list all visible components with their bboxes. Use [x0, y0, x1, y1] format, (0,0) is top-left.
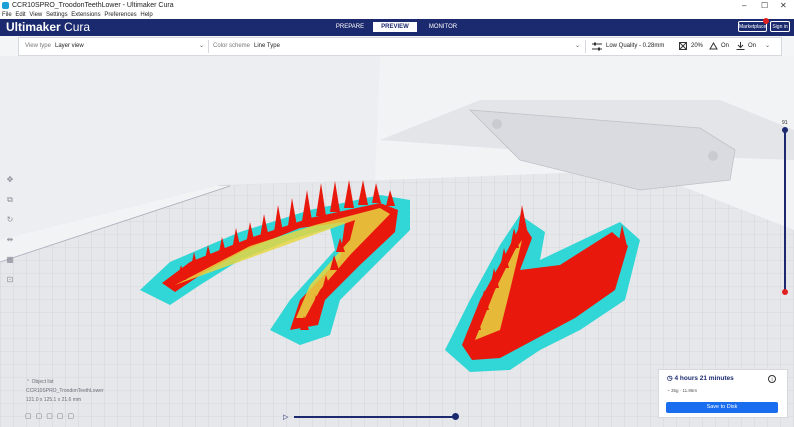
layer-slider[interactable]: 91 [782, 120, 788, 298]
chevron-down-icon[interactable]: ⌄ [575, 38, 580, 55]
simulation-handle[interactable] [452, 413, 459, 420]
clip-hole [708, 151, 718, 161]
object-list: ⌃ Object list CCR10SPRO_TroodonTeethLowe… [26, 378, 104, 405]
minimize-button[interactable]: – [742, 0, 746, 11]
support-icon [709, 42, 718, 50]
color-scheme-label: Color scheme [213, 43, 251, 49]
close-button[interactable]: ✕ [780, 0, 787, 11]
material-estimate: ◔ 35g · 11.86m [667, 388, 698, 393]
support-blocker-icon[interactable]: ⊡ [4, 274, 16, 286]
object-dimensions: 121.0 x 125.1 x 21.6 mm [26, 397, 82, 403]
signin-button[interactable]: Sign in [770, 21, 790, 32]
app-header: Ultimaker Cura PREPARE PREVIEW MONITOR M… [0, 19, 794, 36]
object-list-toggle[interactable]: ⌃ Object list [26, 378, 104, 387]
tab-preview[interactable]: PREVIEW [373, 22, 417, 32]
print-settings-quality[interactable]: Low Quality - 0.28mm [606, 38, 664, 55]
layer-bottom-handle[interactable] [782, 289, 788, 295]
info-icon[interactable]: i [768, 375, 776, 383]
per-model-settings-icon[interactable]: ▦ [4, 254, 16, 266]
menu-bar: File Edit View Settings Extensions Prefe… [0, 11, 794, 19]
mirror-tool-icon[interactable]: ⇹ [4, 234, 16, 246]
object-name[interactable]: CCR10SPRO_TroodonTeethLower [26, 387, 104, 396]
rotate-tool-icon[interactable]: ↻ [4, 214, 16, 226]
print-time: ◷ 4 hours 21 minutes [667, 375, 734, 382]
layer-top-handle[interactable] [782, 127, 788, 133]
brand-logo: Ultimaker Cura [6, 20, 91, 34]
menu-help[interactable]: Help [140, 12, 152, 18]
simulation-track[interactable] [294, 416, 456, 418]
infill-icon [679, 42, 687, 50]
chevron-down-icon[interactable]: ⌄ [199, 38, 204, 55]
view-toolbar: View type Layer view ⌄ Color scheme Line… [18, 37, 782, 56]
chevron-down-icon[interactable]: ⌄ [765, 38, 770, 55]
maximize-button[interactable]: ☐ [761, 0, 768, 11]
window-titlebar: CCR10SPRO_TroodonTeethLower - Ultimaker … [0, 0, 794, 11]
color-scheme-dropdown[interactable]: Line Type [254, 38, 280, 55]
clip-hole [492, 119, 502, 129]
tab-prepare[interactable]: PREPARE [330, 22, 370, 32]
divider [208, 40, 209, 53]
view-type-dropdown[interactable]: Layer view [55, 38, 84, 55]
menu-preferences[interactable]: Preferences [104, 12, 136, 18]
scale-tool-icon[interactable]: ⧉ [4, 194, 16, 206]
menu-file[interactable]: File [2, 12, 12, 18]
adhesion-value[interactable]: On [748, 38, 756, 55]
layer-number: 91 [782, 120, 788, 126]
divider [585, 40, 586, 53]
notification-badge [763, 18, 769, 24]
quality-sliders-icon [592, 42, 602, 51]
adhesion-icon [736, 42, 745, 50]
camera-view-icons[interactable]: ▢▢▢▢▢ [25, 412, 78, 420]
print-info-panel: ◷ 4 hours 21 minutes i ◔ 35g · 11.86m Sa… [658, 369, 788, 418]
tool-palette: ✥ ⧉ ↻ ⇹ ▦ ⊡ [3, 170, 17, 290]
cura-app-icon [2, 2, 9, 9]
view-type-label: View type [25, 43, 51, 49]
play-icon[interactable]: ▷ [283, 413, 288, 421]
menu-settings[interactable]: Settings [46, 12, 68, 18]
tab-monitor[interactable]: MONITOR [421, 22, 465, 32]
menu-extensions[interactable]: Extensions [71, 12, 100, 18]
infill-value[interactable]: 20% [691, 38, 703, 55]
window-title: CCR10SPRO_TroodonTeethLower - Ultimaker … [12, 2, 174, 9]
menu-edit[interactable]: Edit [15, 12, 25, 18]
support-value[interactable]: On [721, 38, 729, 55]
menu-view[interactable]: View [29, 12, 42, 18]
move-tool-icon[interactable]: ✥ [4, 174, 16, 186]
save-to-disk-button[interactable]: Save to Disk [666, 402, 778, 413]
layer-track[interactable] [784, 128, 786, 294]
